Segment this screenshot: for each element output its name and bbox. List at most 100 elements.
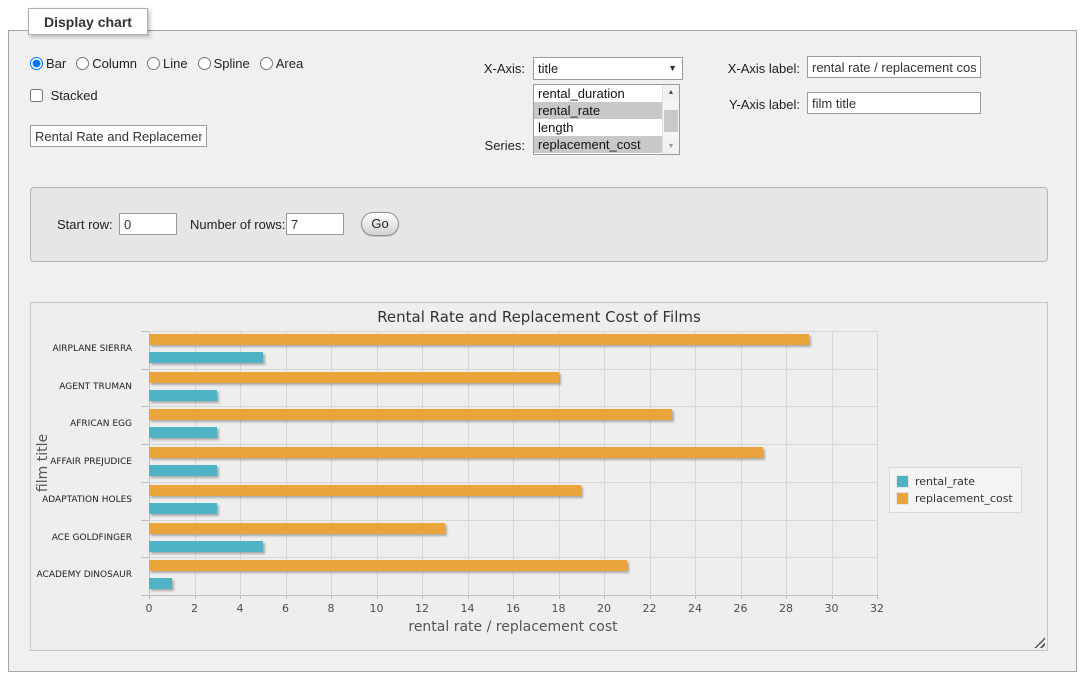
x-tick-label: 4 [220, 602, 260, 615]
y-axis-label-input[interactable] [807, 92, 981, 114]
bar-replacement-cost [149, 447, 763, 458]
bar-replacement-cost [149, 334, 809, 345]
gridline-h [149, 406, 877, 407]
series-option-rental_rate[interactable]: rental_rate [534, 102, 662, 119]
chart-type-label: Line [163, 56, 188, 71]
chart-type-option-bar[interactable]: Bar [30, 56, 66, 71]
x-axis-label-input[interactable] [807, 56, 981, 78]
x-axis-select-wrap: title ▼ [533, 57, 683, 80]
scroll-up-icon[interactable]: ▲ [663, 85, 679, 100]
x-tick-label: 30 [812, 602, 852, 615]
legend-swatch [896, 492, 909, 505]
row-range-box [30, 187, 1048, 262]
stacked-label: Stacked [51, 88, 98, 103]
chart-box: Rental Rate and Replacement Cost of Film… [30, 302, 1048, 651]
gridline-v [331, 331, 332, 595]
bar-rental-rate [149, 427, 217, 438]
bar-rental-rate [149, 352, 263, 363]
gridline-v [604, 331, 605, 595]
bar-rental-rate [149, 541, 263, 552]
y-tick [141, 557, 149, 558]
category-label: ACADEMY DINOSAUR [31, 557, 141, 595]
x-tick-label: 6 [266, 602, 306, 615]
series-option-length[interactable]: length [534, 119, 662, 136]
x-tick-label: 2 [175, 602, 215, 615]
gridline-h [149, 557, 877, 558]
chart-type-radio-spline[interactable] [198, 57, 211, 70]
bar-replacement-cost [149, 560, 627, 571]
legend-item-replacement_cost[interactable]: replacement_cost [896, 490, 1013, 507]
chart-type-radio-line[interactable] [147, 57, 160, 70]
scroll-down-icon[interactable]: ▼ [663, 139, 679, 154]
y-tick [141, 406, 149, 407]
x-axis-select[interactable]: title [533, 57, 683, 80]
category-label: AIRPLANE SIERRA [31, 331, 141, 369]
chart-type-option-line[interactable]: Line [147, 56, 188, 71]
gridline-h [149, 482, 877, 483]
series-option-replacement_cost[interactable]: replacement_cost [534, 136, 662, 153]
start-row-label: Start row: [57, 217, 113, 232]
series-listbox[interactable]: rental_durationrental_ratelengthreplacem… [533, 84, 680, 155]
x-tick-label: 28 [766, 602, 806, 615]
start-row-input[interactable] [119, 213, 177, 235]
y-tick [141, 595, 149, 596]
category-label: AGENT TRUMAN [31, 369, 141, 407]
series-option-rental_duration[interactable]: rental_duration [534, 85, 662, 102]
chart-type-label: Column [92, 56, 137, 71]
chart-title: Rental Rate and Replacement Cost of Film… [31, 308, 1047, 326]
x-axis-line [149, 595, 877, 596]
gridline-v [286, 331, 287, 595]
number-of-rows-label: Number of rows: [190, 217, 285, 232]
gridline-v [877, 331, 878, 595]
chart-plot-area [149, 331, 877, 595]
stacked-checkbox[interactable] [30, 89, 43, 102]
chart-type-option-spline[interactable]: Spline [198, 56, 250, 71]
panel-tab-display-chart[interactable]: Display chart [28, 8, 148, 35]
y-tick [141, 444, 149, 445]
bar-rental-rate [149, 578, 172, 589]
gridline-h [149, 520, 877, 521]
gridline-v [650, 331, 651, 595]
bar-replacement-cost [149, 409, 672, 420]
gridline-v [695, 331, 696, 595]
gridline-h [149, 444, 877, 445]
bar-rental-rate [149, 390, 217, 401]
gridline-v [377, 331, 378, 595]
chart-type-option-column[interactable]: Column [76, 56, 137, 71]
stacked-checkbox-row: Stacked [30, 88, 98, 103]
x-axis-select-label: X-Axis: [458, 61, 525, 76]
legend-swatch [896, 475, 909, 488]
x-tick-label: 20 [584, 602, 624, 615]
x-tick-label: 22 [630, 602, 670, 615]
chart-type-radio-column[interactable] [76, 57, 89, 70]
gridline-v [149, 331, 150, 595]
resize-grip-icon[interactable] [1034, 637, 1045, 648]
gridline-v [832, 331, 833, 595]
legend-item-rental_rate[interactable]: rental_rate [896, 473, 1013, 490]
x-tick-label: 24 [675, 602, 715, 615]
x-tick [877, 595, 878, 599]
bar-replacement-cost [149, 372, 559, 383]
gridline-h [149, 331, 877, 332]
chart-type-label: Bar [46, 56, 66, 71]
chart-type-option-area[interactable]: Area [260, 56, 303, 71]
gridline-v [559, 331, 560, 595]
number-of-rows-input[interactable] [286, 213, 344, 235]
bar-rental-rate [149, 503, 217, 514]
series-scrollbar[interactable]: ▲ ▼ [662, 85, 679, 154]
scrollbar-thumb[interactable] [664, 110, 678, 132]
legend-text: rental_rate [915, 475, 975, 488]
gridline-v [786, 331, 787, 595]
y-tick [141, 482, 149, 483]
x-tick-label: 26 [721, 602, 761, 615]
gridline-v [240, 331, 241, 595]
chart-type-radio-area[interactable] [260, 57, 273, 70]
chart-title-input[interactable] [30, 125, 207, 147]
y-axis-label-caption: Y-Axis label: [703, 97, 800, 112]
gridline-v [422, 331, 423, 595]
panel-tab-label: Display chart [44, 14, 132, 30]
go-button[interactable]: Go [361, 212, 399, 236]
legend-text: replacement_cost [915, 492, 1013, 505]
category-label: AFFAIR PREJUDICE [31, 444, 141, 482]
chart-type-radio-bar[interactable] [30, 57, 43, 70]
